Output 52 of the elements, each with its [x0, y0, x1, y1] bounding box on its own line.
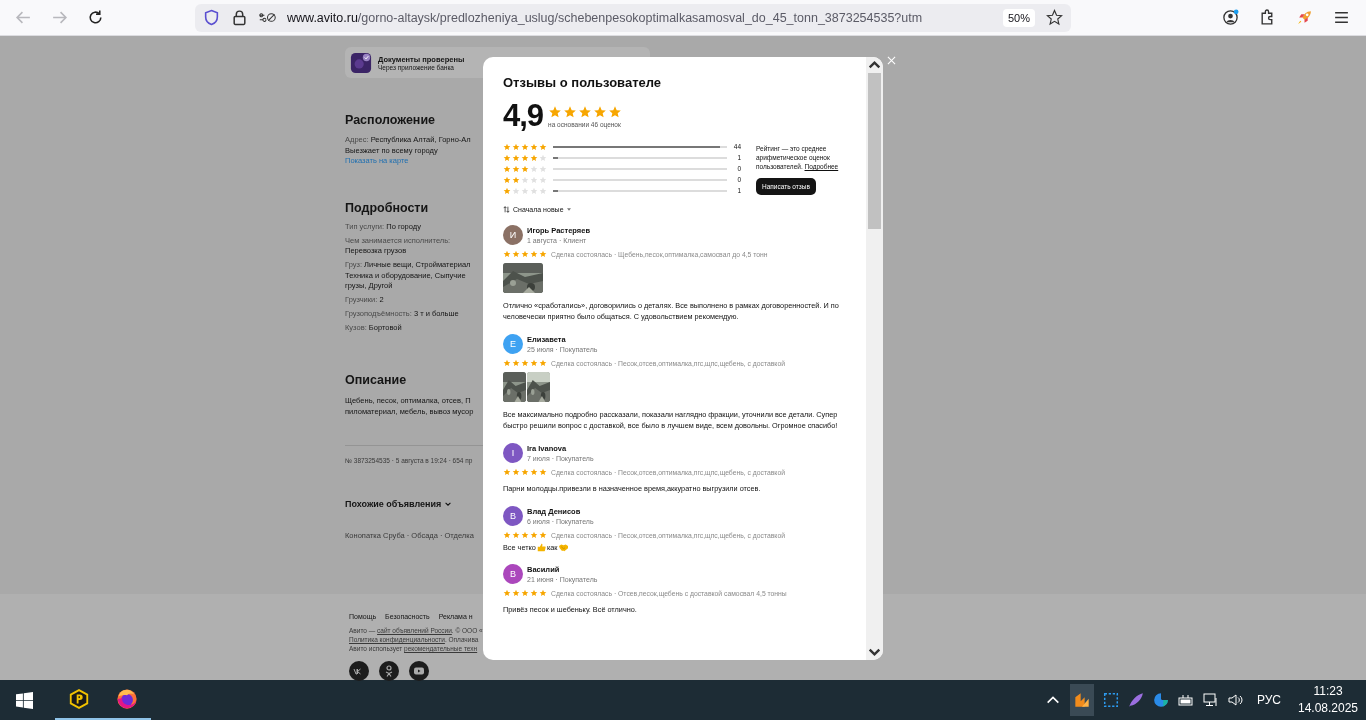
- url-host: www.avito.ru: [287, 10, 358, 25]
- star-icon: [593, 104, 608, 119]
- avatar: В: [503, 506, 523, 526]
- rocket-icon[interactable]: [1296, 9, 1313, 26]
- avatar: Е: [503, 334, 523, 354]
- social-icon[interactable]: [409, 661, 429, 681]
- lock-icon[interactable]: [231, 9, 248, 26]
- swirl-icon[interactable]: [1152, 692, 1169, 708]
- tray-app-icon: [1073, 692, 1090, 708]
- document-check-icon: [350, 51, 372, 74]
- battery-icon[interactable]: [1177, 692, 1194, 708]
- hexagon-app-icon: [68, 688, 90, 710]
- social-icon[interactable]: [349, 661, 369, 681]
- shield-icon[interactable]: [203, 9, 220, 26]
- bookmark-star-icon[interactable]: [1046, 9, 1063, 26]
- feather-icon[interactable]: [1127, 692, 1144, 708]
- avatar: И: [503, 225, 523, 245]
- section-heading: Расположение: [345, 113, 436, 127]
- rating-value: 4,9: [503, 99, 544, 133]
- caret-icon: [566, 208, 571, 211]
- tray-app-button[interactable]: [1069, 684, 1094, 716]
- thumbs-up-icon: [536, 543, 546, 552]
- section-heading: Описание: [345, 372, 407, 387]
- account-icon[interactable]: [1222, 9, 1239, 26]
- fox-globe-icon: [116, 688, 138, 710]
- clock-date[interactable]: 14.08.2025: [1297, 700, 1359, 717]
- menu-icon[interactable]: [1333, 9, 1350, 26]
- similar-toggle[interactable]: Похожие объявления: [345, 499, 453, 509]
- url-path: /gorno-altaysk/predlozheniya_uslug/schebenpesokoptimalkasamosval_do_45_tonn_3873254535?utm: [357, 10, 923, 25]
- scrollbar[interactable]: [866, 57, 883, 660]
- network-icon[interactable]: [1202, 692, 1219, 708]
- star-icon: [548, 104, 563, 119]
- clock-time[interactable]: 11:23: [1313, 683, 1343, 700]
- address-bar[interactable]: www.avito.ru/gorno-altaysk/predlozheniya_uslug/schebenpesokoptimalkasamosval_do_45_tonn_3873254535?utm 50%: [195, 3, 1071, 32]
- zoom-button[interactable]: 50%: [1002, 8, 1035, 27]
- social-icon[interactable]: [379, 661, 399, 681]
- section-heading: Подробности: [345, 200, 429, 215]
- star-icon: [608, 104, 623, 119]
- chevron-down-icon: [444, 500, 453, 508]
- scrollbar-thumb[interactable]: [868, 73, 881, 229]
- language-indicator[interactable]: РУС: [1256, 693, 1281, 707]
- handshake-icon: [558, 543, 568, 552]
- star-icon: [578, 104, 593, 119]
- sort-icon: [503, 206, 510, 213]
- star-icon: [563, 104, 578, 119]
- avatar: В: [503, 564, 523, 584]
- screenshot-icon[interactable]: [1102, 692, 1119, 708]
- avatar: I: [503, 443, 523, 463]
- reload-icon[interactable]: [87, 9, 104, 26]
- volume-icon[interactable]: [1227, 692, 1244, 708]
- windows-start-icon[interactable]: [16, 691, 33, 709]
- dialog-title: Отзывы о пользователе: [503, 74, 663, 92]
